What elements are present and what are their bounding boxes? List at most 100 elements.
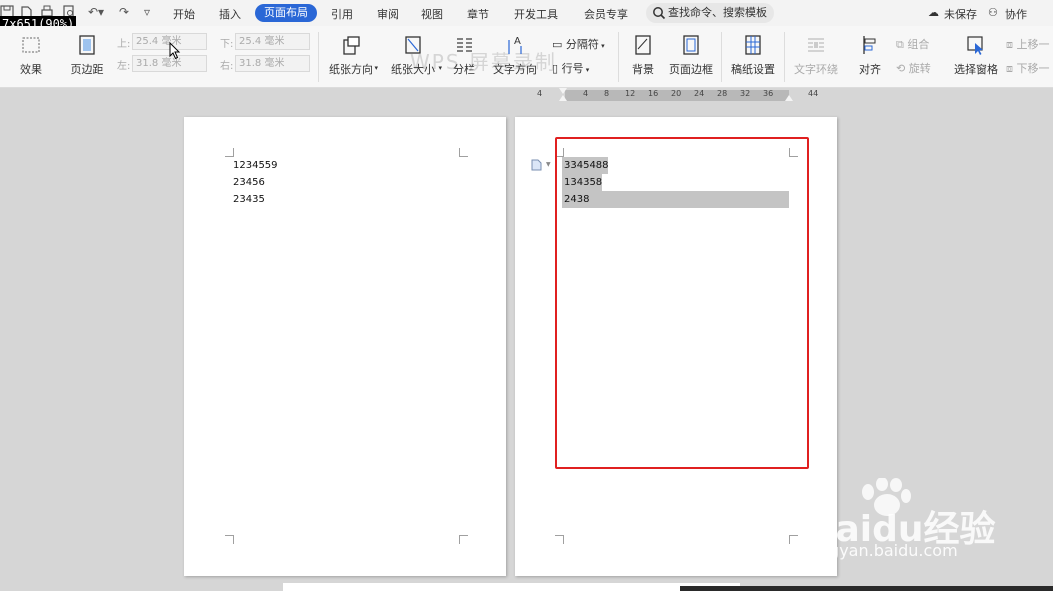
ruler-tick: 44 — [808, 89, 819, 98]
effect-label: 效果 — [20, 63, 42, 76]
group-button[interactable]: ⧉ 组合 — [896, 36, 929, 52]
margin-left-label: 左: — [117, 61, 131, 72]
page-border-button[interactable]: 页面边框 — [667, 26, 715, 84]
paper-size-button[interactable]: 纸张大小 ▾ — [384, 26, 442, 84]
selection-pane-icon — [967, 36, 983, 55]
chevron-down-icon: ▾ — [374, 64, 378, 72]
margins-label: 页边距 — [70, 63, 104, 76]
ruler-tick: 28 — [717, 89, 728, 98]
bring-forward-icon: ⧈ — [1006, 38, 1017, 51]
chevron-down-icon: ▾ — [438, 64, 442, 72]
align-icon — [863, 36, 876, 54]
command-search-placeholder: 查找命令、搜索模板 — [668, 6, 767, 19]
tab-member[interactable]: 会员专享 — [584, 6, 628, 22]
columns-label: 分栏 — [453, 63, 475, 76]
ribbon-divider — [784, 32, 785, 82]
margin-left-field[interactable]: 左: 31.8 毫米 — [117, 55, 217, 73]
ruler-tick: 32 — [740, 89, 751, 98]
background-button[interactable]: 背景 — [624, 26, 662, 84]
baidu-watermark: Baidu经验 jingyan.baidu.com — [808, 478, 1008, 573]
first-line-indent-handle[interactable] — [559, 88, 567, 94]
manuscript-icon — [745, 35, 761, 55]
user-icon: ⚇ — [988, 6, 998, 19]
tab-developer[interactable]: 开发工具 — [514, 6, 558, 22]
text-wrap-button[interactable]: 文字环绕 — [790, 26, 842, 84]
baidu-site-text: jingyan.baidu.com — [810, 541, 958, 560]
send-backward-icon: ⧈ — [1006, 62, 1017, 75]
chevron-down-icon: ▾ — [583, 66, 590, 74]
tab-review[interactable]: 审阅 — [377, 6, 399, 22]
command-search-box[interactable]: 查找命令、搜索模板 — [646, 3, 774, 23]
orientation-button[interactable]: 纸张方向 ▾ — [322, 26, 380, 84]
margin-right-field[interactable]: 右: 31.8 毫米 — [220, 55, 320, 73]
manuscript-settings-button[interactable]: 稿纸设置 — [727, 26, 779, 84]
margin-top-field[interactable]: 上: 25.4 毫米 — [117, 33, 217, 51]
selection-pane-button[interactable]: 选择窗格 — [951, 26, 1001, 84]
margin-bottom-field[interactable]: 下: 25.4 毫米 — [220, 33, 320, 51]
margin-corner-mark — [459, 148, 468, 157]
background-icon — [635, 35, 651, 55]
margin-bottom-label: 下: — [220, 39, 234, 50]
text-direction-label: 文字方向 — [493, 63, 537, 76]
separator-icon: ▭ — [552, 38, 566, 51]
margin-corner-mark — [789, 535, 798, 544]
margin-corner-mark — [459, 535, 468, 544]
selection-pane-label: 选择窗格 — [954, 63, 998, 76]
columns-button[interactable]: 分栏 — [446, 26, 482, 84]
right-indent-handle[interactable] — [785, 95, 793, 101]
margin-corner-mark — [225, 535, 234, 544]
separator-button[interactable]: ▭ 分隔符 ▾ — [552, 36, 605, 52]
redo-icon[interactable]: ↷ — [117, 5, 131, 19]
margin-right-input[interactable]: 31.8 毫米 — [235, 55, 310, 72]
chevron-down-icon: ▾ — [598, 42, 605, 50]
text-direction-button[interactable]: A 文字方向 — [487, 26, 543, 84]
tab-view[interactable]: 视图 — [421, 6, 443, 22]
customize-toolbar-icon[interactable]: ▿ — [140, 5, 154, 19]
tab-start[interactable]: 开始 — [173, 6, 195, 22]
line-number-button[interactable]: ▯ 行号 ▾ — [552, 60, 589, 76]
paper-size-icon — [405, 36, 421, 54]
chevron-down-icon[interactable]: ▼ — [546, 161, 551, 168]
rotate-button[interactable]: ⟲ 旋转 — [896, 60, 931, 76]
paragraph-layout-icon[interactable] — [530, 159, 542, 171]
horizontal-ruler[interactable]: 4 4 8 12 16 20 24 28 32 36 44 — [0, 88, 1053, 103]
search-icon — [653, 7, 666, 20]
tab-references[interactable]: 引用 — [331, 6, 353, 22]
left-indent-handle[interactable] — [559, 95, 567, 101]
margin-bottom-input[interactable]: 25.4 毫米 — [235, 33, 310, 50]
bring-forward-button[interactable]: ⧈ 上移一 — [1006, 36, 1050, 52]
columns-icon — [457, 38, 472, 52]
document-page-1[interactable]: 1234559 23456 23435 — [184, 117, 506, 576]
ruler-tick: 8 — [604, 89, 610, 98]
line-number-label: 行号 — [561, 62, 584, 75]
text-direction-icon: A — [508, 36, 522, 54]
effect-icon — [22, 37, 40, 53]
align-label: 对齐 — [859, 63, 881, 76]
document-text-line[interactable]: 23456 — [233, 177, 265, 188]
align-button[interactable]: 对齐 — [852, 26, 888, 84]
ribbon-divider — [318, 32, 319, 82]
ruler-tick: 24 — [694, 89, 705, 98]
rotate-icon: ⟲ — [896, 62, 909, 75]
tab-insert[interactable]: 插入 — [219, 6, 241, 22]
bring-forward-label: 上移一 — [1016, 38, 1050, 51]
undo-icon[interactable]: ↶▾ — [86, 5, 106, 19]
paper-size-label: 纸张大小 — [391, 63, 435, 76]
unsaved-status[interactable]: 未保存 — [944, 6, 977, 22]
text-wrap-label: 文字环绕 — [794, 63, 838, 76]
collaborate-button[interactable]: 协作 — [1005, 6, 1027, 22]
margins-button[interactable]: 页边距 — [64, 26, 110, 84]
effect-button[interactable]: 效果 — [14, 26, 48, 84]
svg-text:A: A — [514, 36, 521, 47]
background-label: 背景 — [632, 63, 654, 76]
separator-label: 分隔符 — [565, 38, 599, 51]
ruler-tick: 4 — [583, 89, 589, 98]
ribbon-divider — [721, 32, 722, 82]
document-text-line[interactable]: 23435 — [233, 194, 265, 205]
tab-page-layout[interactable]: 页面布局 — [255, 4, 317, 22]
send-backward-button[interactable]: ⧈ 下移一 — [1006, 60, 1050, 76]
margins-icon — [79, 35, 95, 55]
ruler-tick: 4 — [537, 89, 543, 98]
tab-chapter[interactable]: 章节 — [467, 6, 489, 22]
document-text-line[interactable]: 1234559 — [233, 160, 278, 171]
